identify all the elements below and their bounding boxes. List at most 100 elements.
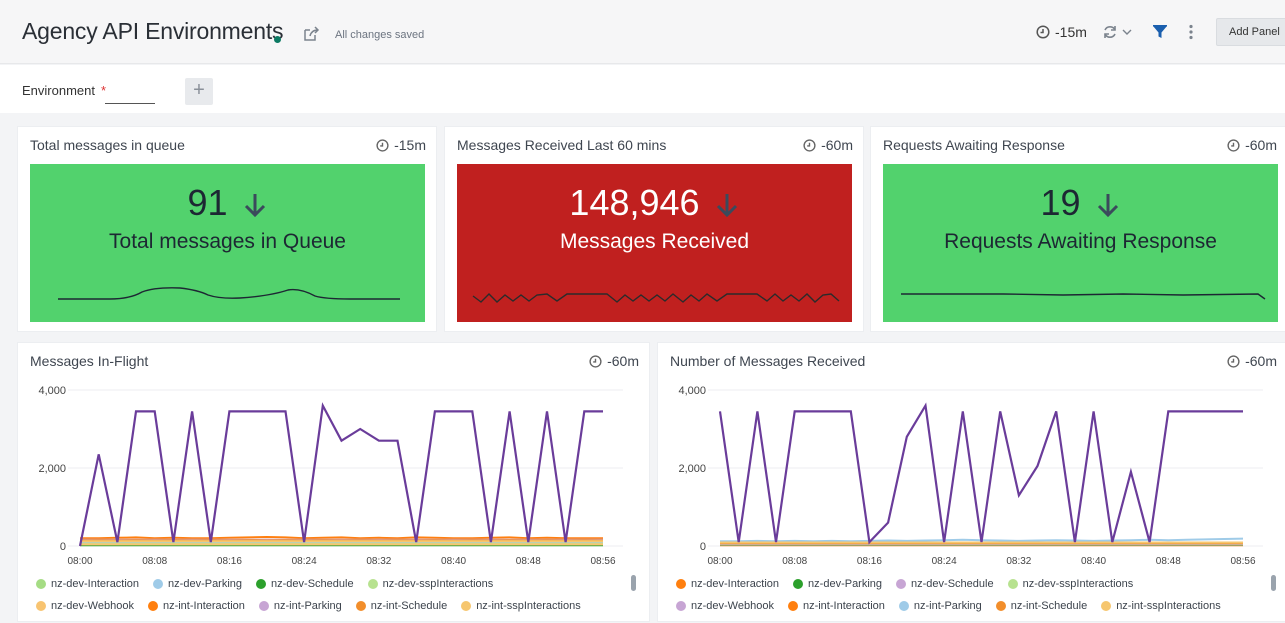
arrow-down-icon xyxy=(714,191,740,219)
legend-item[interactable]: nz-dev-Parking xyxy=(153,578,242,590)
series-line[interactable] xyxy=(720,406,1243,542)
add-panel-button[interactable]: Add Panel xyxy=(1216,18,1285,46)
panel-messages-received: Messages Received Last 60 mins -60m 148,… xyxy=(444,126,864,332)
panel-time-range[interactable]: -15m xyxy=(376,137,426,153)
legend-item[interactable]: nz-int-Schedule xyxy=(356,600,447,612)
value-number: 19 xyxy=(1040,182,1080,224)
x-tick-label: 08:08 xyxy=(142,556,167,567)
legend-swatch xyxy=(996,601,1006,611)
arrow-down-icon xyxy=(242,191,268,219)
series-line[interactable] xyxy=(80,406,603,546)
x-tick-label: 08:40 xyxy=(1081,556,1106,567)
panel-title: Requests Awaiting Response xyxy=(883,137,1065,153)
legend-label: nz-dev-Webhook xyxy=(691,600,774,612)
legend-item[interactable]: nz-int-sspInteractions xyxy=(461,600,581,612)
panel-requests-awaiting: Requests Awaiting Response -60m 19 Reque… xyxy=(870,126,1285,332)
legend-label: nz-dev-Parking xyxy=(808,578,882,590)
legend-label: nz-dev-Parking xyxy=(168,578,242,590)
legend-swatch xyxy=(793,579,803,589)
legend-swatch xyxy=(36,579,46,589)
legend-item[interactable]: nz-int-sspInteractions xyxy=(1101,600,1221,612)
status-dot xyxy=(274,36,281,43)
legend-item[interactable]: nz-dev-Webhook xyxy=(676,600,774,612)
refresh-control[interactable] xyxy=(1102,24,1132,40)
x-tick-label: 08:00 xyxy=(707,556,732,567)
environment-variable: Environment* xyxy=(22,83,106,98)
legend-label: nz-int-sspInteractions xyxy=(1116,600,1221,612)
legend-item[interactable]: nz-dev-sspInteractions xyxy=(1008,578,1134,590)
legend-swatch xyxy=(896,579,906,589)
legend-scrollbar[interactable] xyxy=(631,575,636,591)
x-tick-label: 08:24 xyxy=(292,556,317,567)
legend-label: nz-dev-Webhook xyxy=(51,600,134,612)
x-tick-label: 08:08 xyxy=(782,556,807,567)
legend-swatch xyxy=(788,601,798,611)
legend-swatch xyxy=(259,601,269,611)
panel-total-messages: Total messages in queue -15m 91 Total me… xyxy=(17,126,437,332)
panel-time-value: -15m xyxy=(394,137,426,153)
legend-item[interactable]: nz-dev-Schedule xyxy=(256,578,354,590)
x-tick-label: 08:48 xyxy=(516,556,541,567)
legend-item[interactable]: nz-dev-Interaction xyxy=(676,578,779,590)
y-tick-label: 2,000 xyxy=(38,463,66,475)
panel-time-range[interactable]: -60m xyxy=(803,137,853,153)
legend-swatch xyxy=(256,579,266,589)
legend-item[interactable]: nz-int-Interaction xyxy=(148,600,245,612)
x-tick-label: 08:32 xyxy=(366,556,391,567)
value-label: Requests Awaiting Response xyxy=(883,230,1278,254)
legend-label: nz-dev-sspInteractions xyxy=(383,578,494,590)
legend-swatch xyxy=(36,601,46,611)
x-tick-label: 08:40 xyxy=(441,556,466,567)
value-number: 148,946 xyxy=(569,182,699,224)
value-number: 91 xyxy=(187,182,227,224)
x-tick-label: 08:32 xyxy=(1006,556,1031,567)
legend-label: nz-dev-Interaction xyxy=(691,578,779,590)
legend-item[interactable]: nz-dev-Parking xyxy=(793,578,882,590)
clock-icon xyxy=(1036,25,1050,39)
legend-item[interactable]: nz-dev-Schedule xyxy=(896,578,994,590)
legend-label: nz-dev-Interaction xyxy=(51,578,139,590)
x-tick-label: 08:56 xyxy=(590,556,615,567)
y-tick-label: 0 xyxy=(60,541,66,553)
legend-item[interactable]: nz-dev-Interaction xyxy=(36,578,139,590)
legend-item[interactable]: nz-int-Parking xyxy=(899,600,982,612)
legend-label: nz-int-Interaction xyxy=(803,600,885,612)
environment-input[interactable] xyxy=(105,103,155,104)
legend-row: nz-dev-Webhook nz-int-Interaction nz-int-P… xyxy=(36,600,581,612)
panel-messages-in-flight: Messages In-Flight -60m 02,0004,00008:00… xyxy=(17,342,650,622)
clock-icon xyxy=(803,139,816,152)
single-value: 19 xyxy=(883,182,1278,224)
share-icon[interactable] xyxy=(302,25,320,43)
save-status: All changes saved xyxy=(335,29,424,41)
legend-item[interactable]: nz-int-Interaction xyxy=(788,600,885,612)
chevron-down-icon xyxy=(1122,27,1132,37)
environment-label: Environment xyxy=(22,83,95,98)
panel-time-range[interactable]: -60m xyxy=(1227,137,1277,153)
filter-icon[interactable] xyxy=(1152,24,1168,40)
time-range-picker[interactable]: -15m xyxy=(1036,24,1087,40)
value-label: Messages Received xyxy=(457,230,852,254)
panel-title: Total messages in queue xyxy=(30,137,185,153)
more-options-icon[interactable] xyxy=(1186,24,1196,40)
series-line[interactable] xyxy=(80,537,603,538)
legend-scrollbar[interactable] xyxy=(1271,575,1276,591)
time-range-value: -15m xyxy=(1055,24,1087,40)
clock-icon xyxy=(376,139,389,152)
legend-row: nz-dev-Interaction nz-dev-Parking nz-dev-S… xyxy=(36,578,493,590)
x-tick-label: 08:24 xyxy=(932,556,957,567)
legend-item[interactable]: nz-dev-sspInteractions xyxy=(368,578,494,590)
y-tick-label: 2,000 xyxy=(678,463,706,475)
panel-title: Messages Received Last 60 mins xyxy=(457,137,666,153)
single-value-box: 91 Total messages in Queue xyxy=(30,164,425,322)
legend-item[interactable]: nz-int-Schedule xyxy=(996,600,1087,612)
legend-label: nz-dev-Schedule xyxy=(911,578,994,590)
legend-item[interactable]: nz-dev-Webhook xyxy=(36,600,134,612)
refresh-icon xyxy=(1102,24,1118,40)
legend-swatch xyxy=(461,601,471,611)
legend-label: nz-int-Interaction xyxy=(163,600,245,612)
add-variable-button[interactable]: + xyxy=(185,78,213,105)
legend-label: nz-dev-sspInteractions xyxy=(1023,578,1134,590)
sparkline xyxy=(457,282,852,322)
y-tick-label: 0 xyxy=(700,541,706,553)
legend-item[interactable]: nz-int-Parking xyxy=(259,600,342,612)
